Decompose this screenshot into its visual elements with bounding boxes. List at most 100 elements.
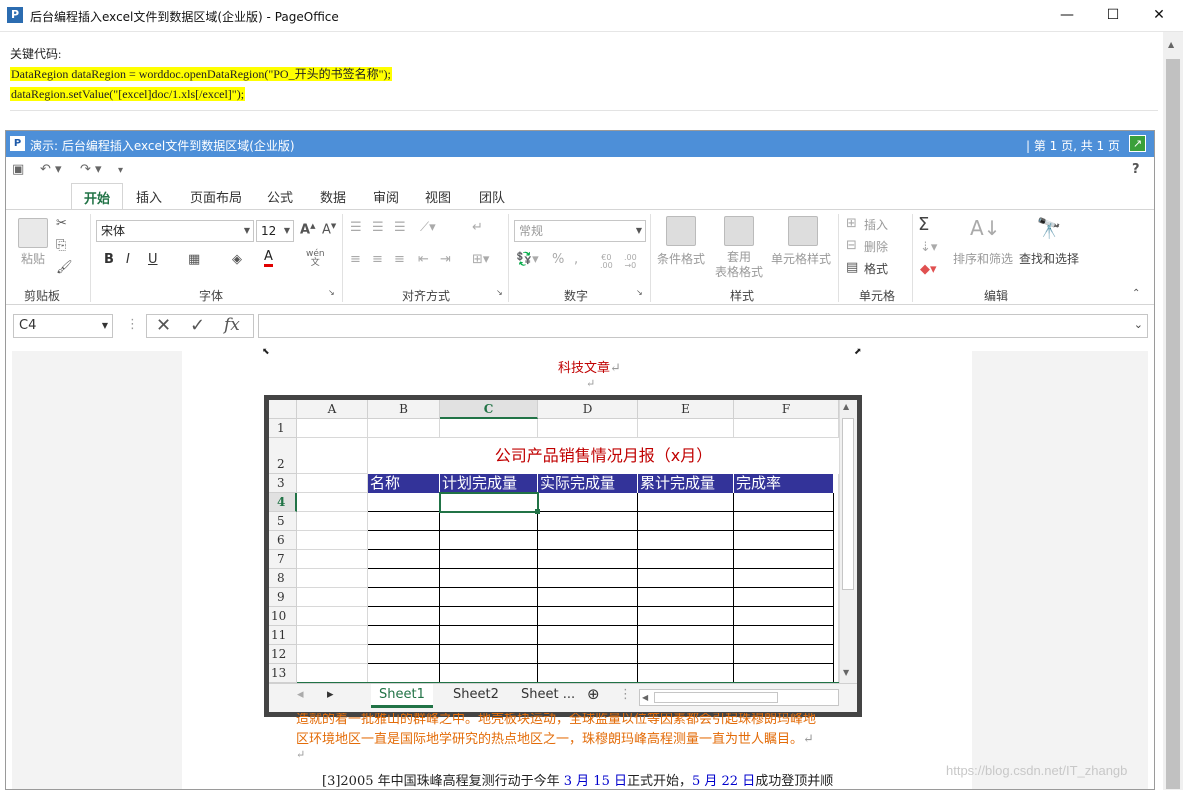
number-dialog-launcher-icon[interactable]: ↘ xyxy=(636,288,643,297)
conditional-format-icon[interactable] xyxy=(666,216,696,246)
add-sheet-icon[interactable]: ⊕ xyxy=(587,685,600,703)
autosum-icon[interactable]: Σ xyxy=(918,214,929,235)
name-box[interactable]: C4 ▼ xyxy=(13,314,113,338)
row-header[interactable]: 3 xyxy=(269,474,297,493)
table-cell[interactable] xyxy=(368,664,440,683)
font-size-combo[interactable]: 12 ▼ xyxy=(256,220,294,242)
cell[interactable] xyxy=(734,419,839,438)
alignment-dialog-launcher-icon[interactable]: ↘ xyxy=(496,288,503,297)
increase-indent-icon[interactable]: ⇥ xyxy=(440,252,451,267)
accounting-format-icon[interactable]: 💱▾ xyxy=(516,252,539,267)
table-cell[interactable] xyxy=(538,607,638,626)
insert-function-icon[interactable]: fx xyxy=(224,315,240,335)
close-button[interactable]: ✕ xyxy=(1136,0,1182,32)
tab-team[interactable]: 团队 xyxy=(479,187,505,206)
sheet-horizontal-scrollbar[interactable]: ◀ xyxy=(639,689,839,706)
cell[interactable] xyxy=(297,512,368,531)
cell[interactable] xyxy=(297,626,368,645)
table-cell[interactable] xyxy=(368,493,440,512)
sort-filter-icon[interactable]: A↓ xyxy=(970,216,1000,246)
table-cell[interactable] xyxy=(638,588,734,607)
sheet-nav-next-icon[interactable]: ▸ xyxy=(327,687,334,702)
delete-cells-button[interactable]: 删除 xyxy=(864,238,888,255)
font-color-icon[interactable]: A xyxy=(264,250,273,267)
table-cell[interactable] xyxy=(368,569,440,588)
fill-icon[interactable]: ⇣▾ xyxy=(920,240,937,255)
number-format-combo[interactable]: 常规 ▼ xyxy=(514,220,646,242)
cell[interactable] xyxy=(297,607,368,626)
table-cell[interactable] xyxy=(734,493,834,512)
table-cell[interactable] xyxy=(538,550,638,569)
column-header-E[interactable]: E xyxy=(638,400,734,419)
cancel-icon[interactable]: ✕ xyxy=(156,315,171,336)
format-painter-icon[interactable]: 🖌 xyxy=(56,260,73,275)
table-cell[interactable] xyxy=(538,531,638,550)
horizontal-scrollbar-thumb[interactable] xyxy=(654,692,778,703)
row-header[interactable]: 9 xyxy=(269,588,297,607)
cell-styles-button[interactable]: 单元格样式 xyxy=(768,250,834,267)
row-header[interactable]: 11 xyxy=(269,626,297,645)
table-cell[interactable] xyxy=(734,569,834,588)
scroll-up-icon[interactable]: ▲ xyxy=(1168,40,1174,49)
phonetic-icon[interactable]: wén 文 xyxy=(306,250,325,268)
fullscreen-icon[interactable]: ↗ xyxy=(1129,135,1146,152)
table-cell[interactable] xyxy=(440,512,538,531)
table-cell[interactable] xyxy=(368,512,440,531)
format-as-table-icon[interactable] xyxy=(724,216,754,246)
table-cell[interactable] xyxy=(368,645,440,664)
font-name-combo[interactable]: 宋体 ▼ xyxy=(96,220,254,242)
paste-button-label[interactable]: 粘贴 xyxy=(16,250,50,267)
column-header-A[interactable]: A xyxy=(297,400,368,419)
grow-font-icon[interactable]: A▲ xyxy=(300,222,315,237)
row-header[interactable]: 8 xyxy=(269,569,297,588)
undo-icon[interactable]: ↶ ▾ xyxy=(40,162,62,177)
percent-button[interactable]: % xyxy=(552,252,564,267)
cell[interactable] xyxy=(297,588,368,607)
table-cell[interactable] xyxy=(440,550,538,569)
table-cell[interactable] xyxy=(734,550,834,569)
cell[interactable] xyxy=(297,569,368,588)
shrink-font-icon[interactable]: A▼ xyxy=(322,222,336,237)
comma-button[interactable]: , xyxy=(574,252,578,267)
table-cell[interactable] xyxy=(734,531,834,550)
page-scrollbar-thumb[interactable] xyxy=(1166,59,1180,789)
tab-formulas[interactable]: 公式 xyxy=(267,187,293,206)
decrease-indent-icon[interactable]: ⇤ xyxy=(418,252,429,267)
align-center-icon[interactable]: ≡ xyxy=(372,252,383,267)
align-top-icon[interactable]: ☰ xyxy=(350,220,362,235)
report-title[interactable]: 公司产品销售情况月报（x月） xyxy=(368,438,839,474)
cell[interactable] xyxy=(297,438,368,474)
table-cell[interactable] xyxy=(734,645,834,664)
italic-button[interactable]: I xyxy=(126,252,130,267)
sheet-tab-more[interactable]: Sheet ... xyxy=(521,687,575,702)
row-header[interactable]: 7 xyxy=(269,550,297,569)
cell[interactable] xyxy=(538,419,638,438)
table-cell[interactable] xyxy=(638,531,734,550)
cell[interactable] xyxy=(297,493,368,512)
table-cell[interactable] xyxy=(734,588,834,607)
find-select-icon[interactable]: 🔭 xyxy=(1034,216,1064,246)
align-middle-icon[interactable]: ☰ xyxy=(372,220,384,235)
tab-view[interactable]: 视图 xyxy=(425,187,451,206)
table-cell[interactable] xyxy=(638,493,734,512)
collapse-ribbon-icon[interactable]: ⌃ xyxy=(1132,288,1140,299)
row-header[interactable]: 1 xyxy=(269,419,297,438)
row-header[interactable]: 10 xyxy=(269,607,297,626)
tab-page-layout[interactable]: 页面布局 xyxy=(190,187,242,206)
formula-input[interactable]: ⌄ xyxy=(258,314,1148,338)
delete-cells-icon[interactable]: ⊟ xyxy=(846,238,857,253)
cell[interactable] xyxy=(297,531,368,550)
table-cell[interactable] xyxy=(440,607,538,626)
underline-button[interactable]: U xyxy=(148,252,158,267)
orientation-icon[interactable]: ⟋▾ xyxy=(420,220,436,235)
tab-insert[interactable]: 插入 xyxy=(136,187,162,206)
cut-icon[interactable]: ✂ xyxy=(56,216,67,231)
cell[interactable] xyxy=(297,550,368,569)
table-header-rate[interactable]: 完成率 xyxy=(734,474,834,493)
tab-review[interactable]: 审阅 xyxy=(373,187,399,206)
help-button[interactable]: ? xyxy=(1132,162,1140,177)
column-header-C[interactable]: C xyxy=(440,400,538,419)
format-cells-button[interactable]: 格式 xyxy=(864,260,888,277)
increase-decimal-icon[interactable]: €0.00 xyxy=(600,254,613,270)
align-right-icon[interactable]: ≡ xyxy=(394,252,405,267)
